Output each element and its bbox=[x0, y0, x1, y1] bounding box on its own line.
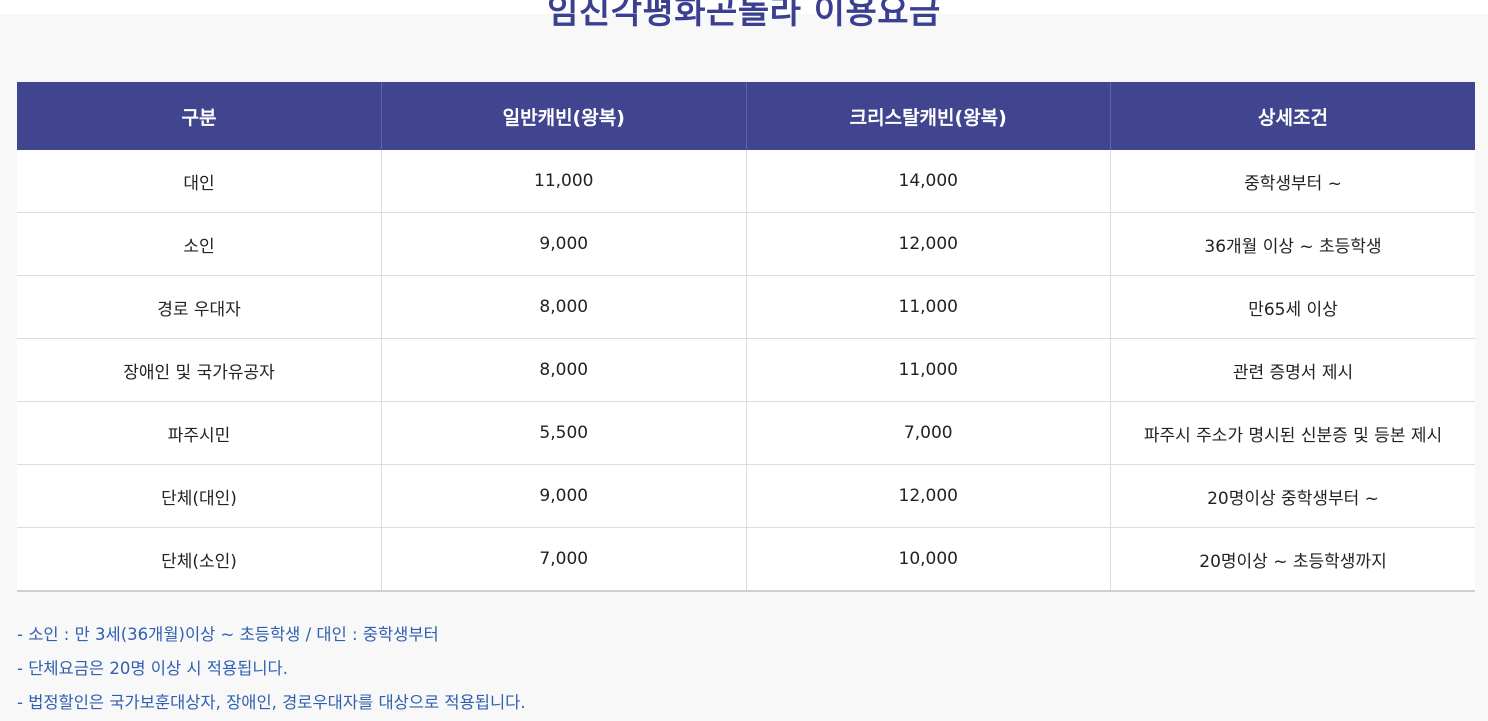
crystal-price-cell: 10,000 bbox=[745, 527, 1111, 592]
crystal-price-cell: 12,000 bbox=[745, 212, 1111, 276]
crystal-price-cell: 7,000 bbox=[745, 401, 1111, 465]
standard-price-cell: 8,000 bbox=[381, 275, 746, 339]
table-row: 경로 우대자 8,000 11,000 만65세 이상 bbox=[17, 275, 1475, 339]
table-row: 대인 11,000 14,000 중학생부터 ~ bbox=[17, 150, 1475, 213]
condition-cell: 파주시 주소가 명시된 신분증 및 등본 제시 bbox=[1110, 401, 1475, 465]
table-row: 파주시민 5,500 7,000 파주시 주소가 명시된 신분증 및 등본 제시 bbox=[17, 401, 1475, 465]
header-conditions: 상세조건 bbox=[1110, 82, 1475, 150]
condition-cell: 20명이상 ~ 초등학생까지 bbox=[1110, 527, 1475, 592]
table-row: 단체(소인) 7,000 10,000 20명이상 ~ 초등학생까지 bbox=[17, 527, 1475, 592]
category-cell: 대인 bbox=[17, 150, 382, 213]
category-cell: 경로 우대자 bbox=[17, 275, 382, 339]
condition-cell: 20명이상 중학생부터 ~ bbox=[1110, 464, 1475, 528]
notes-list: - 소인 : 만 3세(36개월)이상 ~ 초등학생 / 대인 : 중학생부터 … bbox=[17, 618, 1217, 720]
condition-cell: 만65세 이상 bbox=[1110, 275, 1475, 339]
standard-price-cell: 9,000 bbox=[381, 212, 746, 276]
note-item: - 법정할인은 국가보훈대상자, 장애인, 경로우대자를 대상으로 적용됩니다. bbox=[17, 693, 526, 712]
condition-cell: 36개월 이상 ~ 초등학생 bbox=[1110, 212, 1475, 276]
crystal-price-cell: 11,000 bbox=[745, 275, 1111, 339]
fee-table: 구분 일반캐빈(왕복) 크리스탈캐빈(왕복) 상세조건 대인 11,000 14… bbox=[17, 82, 1475, 592]
crystal-price-cell: 14,000 bbox=[745, 150, 1111, 213]
page-title: 임진각평화곤돌라 이용요금 bbox=[547, 0, 941, 32]
header-row: 구분 일반캐빈(왕복) 크리스탈캐빈(왕복) 상세조건 bbox=[17, 82, 1475, 150]
category-cell: 파주시민 bbox=[17, 401, 382, 465]
category-cell: 단체(소인) bbox=[17, 527, 382, 592]
fee-page: 임진각평화곤돌라 이용요금 구분 일반캐빈(왕복) 크리스탈캐빈(왕복) 상세조… bbox=[0, 0, 1488, 721]
fee-table-header: 구분 일반캐빈(왕복) 크리스탈캐빈(왕복) 상세조건 bbox=[17, 82, 1475, 150]
category-cell: 소인 bbox=[17, 212, 382, 276]
note-item: - 단체요금은 20명 이상 시 적용됩니다. bbox=[17, 659, 288, 678]
standard-price-cell: 8,000 bbox=[381, 338, 746, 402]
standard-price-cell: 11,000 bbox=[381, 150, 746, 213]
standard-price-cell: 7,000 bbox=[381, 527, 746, 592]
crystal-price-cell: 12,000 bbox=[745, 464, 1111, 528]
condition-cell: 관련 증명서 제시 bbox=[1110, 338, 1475, 402]
crystal-price-cell: 11,000 bbox=[745, 338, 1111, 402]
standard-price-cell: 9,000 bbox=[381, 464, 746, 528]
fee-table-body: 대인 11,000 14,000 중학생부터 ~ 소인 9,000 12,000… bbox=[17, 150, 1475, 592]
category-cell: 단체(대인) bbox=[17, 464, 382, 528]
table-row: 단체(대인) 9,000 12,000 20명이상 중학생부터 ~ bbox=[17, 464, 1475, 528]
category-cell: 장애인 및 국가유공자 bbox=[17, 338, 382, 402]
table-row: 소인 9,000 12,000 36개월 이상 ~ 초등학생 bbox=[17, 212, 1475, 276]
condition-cell: 중학생부터 ~ bbox=[1110, 150, 1475, 213]
table-row: 장애인 및 국가유공자 8,000 11,000 관련 증명서 제시 bbox=[17, 338, 1475, 402]
header-crystal-cabin: 크리스탈캐빈(왕복) bbox=[745, 82, 1111, 150]
header-standard-cabin: 일반캐빈(왕복) bbox=[381, 82, 746, 150]
header-category: 구분 bbox=[17, 82, 382, 150]
standard-price-cell: 5,500 bbox=[381, 401, 746, 465]
note-item: - 소인 : 만 3세(36개월)이상 ~ 초등학생 / 대인 : 중학생부터 bbox=[17, 625, 439, 644]
